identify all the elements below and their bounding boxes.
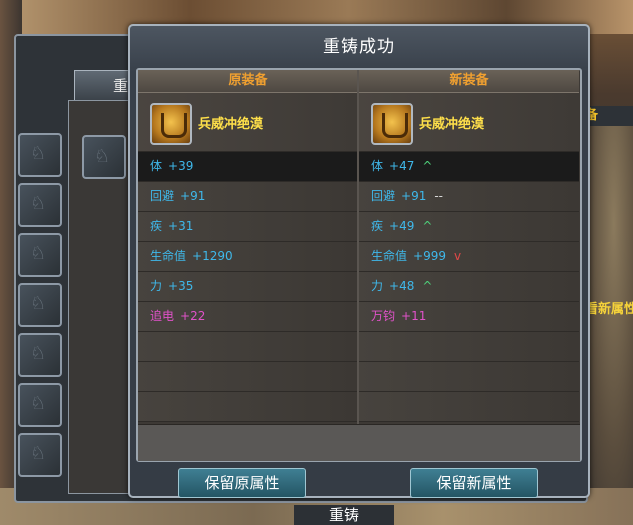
increase-arrow-icon: ^ <box>422 219 433 233</box>
empty-slot-icon: ♘ <box>30 443 47 464</box>
old-stat-row: 追电 +22 <box>138 302 358 332</box>
old-equipment-column: 原装备 兵威冲绝漠 体 +39 回避 +91 疾 +31 生命值 +1290 力 +35 … <box>138 70 358 424</box>
new-item-row: 兵威冲绝漠 <box>359 93 579 152</box>
new-stat-row: 回避 +91 -- <box>359 182 579 212</box>
new-stat-row: 体 +47 ^ <box>359 152 579 182</box>
golden-helmet-icon[interactable] <box>371 103 413 145</box>
new-stat-row: 万钧 +11 <box>359 302 579 332</box>
equipment-slot[interactable]: ♘ <box>18 133 62 177</box>
old-stat-row: 体 +39 <box>138 152 358 182</box>
panel-footer <box>138 424 580 461</box>
reforge-button[interactable]: 重铸 <box>294 505 394 525</box>
old-stat-row: 疾 +31 <box>138 212 358 242</box>
unchanged-dash-icon: -- <box>434 189 444 203</box>
empty-stat-row <box>359 332 579 362</box>
view-new-attributes-hint: 看新属性 <box>585 302 633 317</box>
equipment-slot[interactable]: ♘ <box>18 283 62 327</box>
reforge-target-slot[interactable]: ♘ <box>82 135 126 179</box>
empty-stat-row <box>138 392 358 422</box>
equipment-slot[interactable]: ♘ <box>18 233 62 277</box>
empty-slot-icon: ♘ <box>30 193 47 214</box>
new-equipment-column: 新装备 兵威冲绝漠 体 +47 ^ 回避 +91 -- 疾 +49 ^ 生命值 +999 v 力… <box>359 70 579 424</box>
keep-new-attributes-button[interactable]: 保留新属性 <box>410 468 538 498</box>
old-equipment-header: 原装备 <box>138 70 358 93</box>
empty-stat-row <box>359 362 579 392</box>
equipment-slot-column: ♘ ♘ ♘ ♘ ♘ ♘ ♘ <box>18 133 64 483</box>
keep-old-attributes-button[interactable]: 保留原属性 <box>178 468 306 498</box>
empty-stat-row <box>359 392 579 422</box>
old-stat-row: 回避 +91 <box>138 182 358 212</box>
underlying-right-header: 备 <box>583 106 633 126</box>
empty-slot-icon: ♘ <box>30 393 47 414</box>
new-stat-row: 生命值 +999 v <box>359 242 579 272</box>
equipment-slot[interactable]: ♘ <box>18 183 62 227</box>
equipment-slot[interactable]: ♘ <box>18 383 62 427</box>
new-stat-row: 疾 +49 ^ <box>359 212 579 242</box>
old-item-name: 兵威冲绝漠 <box>198 117 264 132</box>
empty-stat-row <box>138 332 358 362</box>
old-stat-row: 力 +35 <box>138 272 358 302</box>
empty-slot-icon: ♘ <box>30 343 47 364</box>
reforge-success-dialog: 重铸成功 原装备 兵威冲绝漠 体 +39 回避 +91 疾 +31 生命值 +1290 … <box>128 24 590 498</box>
new-stat-row: 力 +48 ^ <box>359 272 579 302</box>
increase-arrow-icon: ^ <box>422 159 433 173</box>
empty-slot-icon: ♘ <box>94 146 111 167</box>
comparison-panel: 原装备 兵威冲绝漠 体 +39 回避 +91 疾 +31 生命值 +1290 力 +35 … <box>136 68 582 462</box>
empty-slot-icon: ♘ <box>30 243 47 264</box>
new-item-name: 兵威冲绝漠 <box>419 117 485 132</box>
old-item-row: 兵威冲绝漠 <box>138 93 358 152</box>
empty-stat-row <box>138 362 358 392</box>
underlying-tab-label: 重 <box>113 77 129 95</box>
decrease-arrow-icon: v <box>453 249 462 263</box>
dialog-title: 重铸成功 <box>323 37 395 57</box>
new-equipment-header: 新装备 <box>359 70 579 93</box>
increase-arrow-icon: ^ <box>422 279 433 293</box>
empty-slot-icon: ♘ <box>30 293 47 314</box>
empty-slot-icon: ♘ <box>30 143 47 164</box>
equipment-slot[interactable]: ♘ <box>18 333 62 377</box>
equipment-slot[interactable]: ♘ <box>18 433 62 477</box>
old-stat-row: 生命值 +1290 <box>138 242 358 272</box>
golden-helmet-icon[interactable] <box>150 103 192 145</box>
